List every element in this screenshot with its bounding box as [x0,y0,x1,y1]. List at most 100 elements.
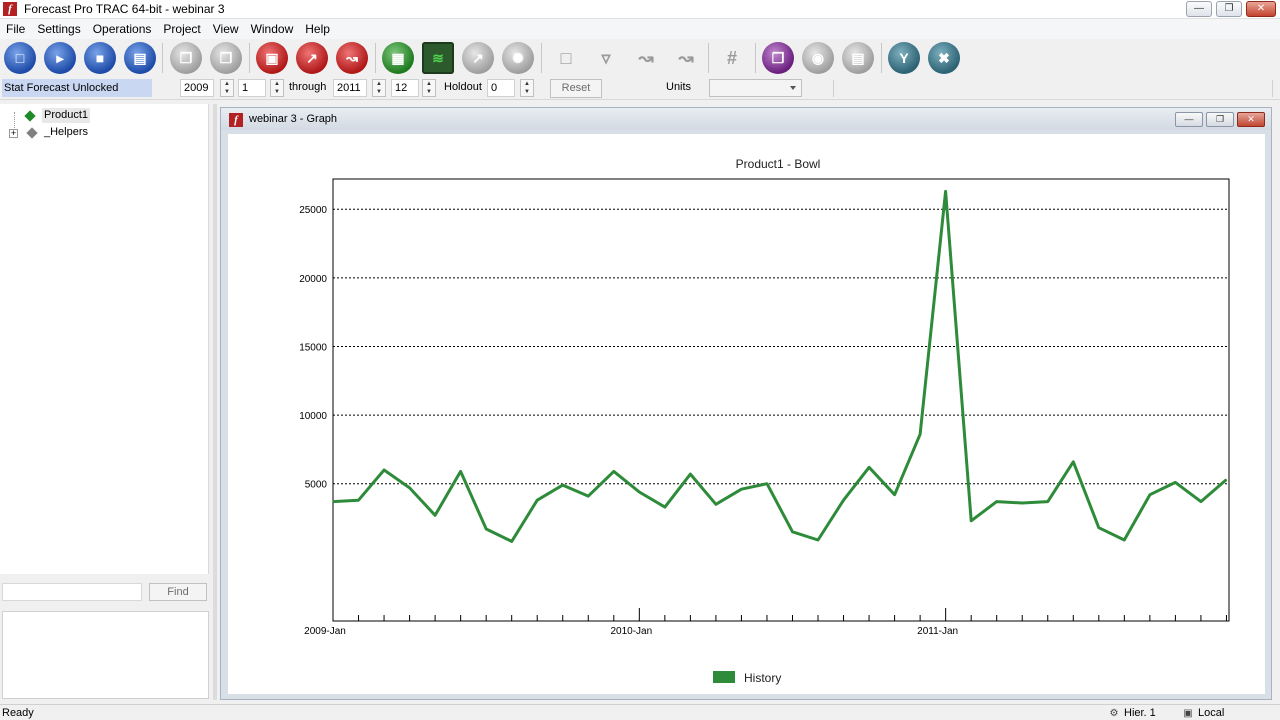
find-button[interactable]: Find [149,583,207,601]
graph-close-button[interactable]: ✕ [1237,112,1265,127]
x-tick-label: 2011-Jan [917,626,958,637]
history-point [766,483,768,485]
menu-help[interactable]: Help [299,22,336,36]
menu-settings[interactable]: Settings [31,22,86,36]
save-icon[interactable]: ■ [84,42,116,74]
start-year-spinner[interactable]: ▲ ▼ [220,79,234,97]
status-text: Ready [2,707,34,719]
history-point [1174,481,1176,483]
hier-label: Hier. 1 [1124,707,1156,719]
history-point [1123,539,1125,541]
hash-icon[interactable]: # [716,42,748,74]
print-icon[interactable]: ▤ [124,42,156,74]
history-point [434,514,436,516]
holdout-spinner[interactable]: ▲ ▼ [520,79,534,97]
copy-icon[interactable]: ❐ [170,42,202,74]
x-tick-label: 2009-Jan [304,626,346,637]
restore-button[interactable]: ❐ [1216,1,1242,17]
menu-bar: File Settings Operations Project View Wi… [0,19,1280,39]
hierarchy-panel: Product1 _Helpers [0,104,209,574]
y-tick-label: 5000 [305,480,328,491]
history-point [945,190,947,192]
menu-view[interactable]: View [207,22,245,36]
funnel-icon[interactable]: Y [888,42,920,74]
legend-label: History [744,671,781,685]
title-bar: f Forecast Pro TRAC 64-bit - webinar 3 —… [0,0,1280,19]
history-point [791,531,793,533]
history-point [511,540,513,542]
trend-icon[interactable]: ↝ [336,42,368,74]
edit-line-icon[interactable]: ↝ [630,42,662,74]
legend-swatch [713,671,735,683]
window-title: Forecast Pro TRAC 64-bit - webinar 3 [24,2,225,16]
history-point [1149,494,1151,496]
graph-restore-button[interactable]: ❐ [1206,112,1234,127]
table-icon[interactable]: ▦ [382,42,414,74]
history-point [536,499,538,501]
line-icon[interactable]: ↗ [462,42,494,74]
history-point [868,466,870,468]
through-label: through [289,81,327,93]
history-point [587,495,589,497]
y-tick-label: 20000 [299,274,327,285]
paste-icon[interactable]: ❐ [210,42,242,74]
tree-item-helpers[interactable]: _Helpers [26,125,89,140]
history-point [1021,502,1023,504]
paw-icon[interactable]: ✺ [502,42,534,74]
graph-minimize-button[interactable]: — [1175,112,1203,127]
end-period-spinner[interactable]: ▲ ▼ [422,79,436,97]
start-period-spinner[interactable]: ▲ ▼ [270,79,284,97]
location-label: Local [1198,707,1225,719]
app-logo-icon: f [229,113,243,127]
tools-icon[interactable]: ✖ [928,42,960,74]
history-point [409,487,411,489]
chart-title: Product1 - Bowl [736,157,821,171]
tree-item-label: _Helpers [44,126,89,138]
adjust-line-icon[interactable]: ↝ [670,42,702,74]
history-chart: Product1 - Bowl 5000 10000 15000 20000 25000 2… [299,157,1230,685]
graph-window: f webinar 3 - Graph — ❐ ✕ Product1 - Bow… [220,107,1272,700]
history-point [843,499,845,501]
start-year-field[interactable]: 2009 [180,79,214,97]
units-select[interactable] [709,79,802,97]
graph-area: Product1 - Bowl 5000 10000 15000 20000 25000 2… [228,134,1265,694]
page-icon[interactable]: □ [550,42,582,74]
y-tick-label: 25000 [299,205,327,216]
y-tick-label: 15000 [299,342,327,353]
globe-icon[interactable]: ◉ [802,42,834,74]
history-point [1072,461,1074,463]
menu-window[interactable]: Window [245,22,300,36]
reset-button[interactable]: Reset [550,79,602,98]
history-point [1200,501,1202,503]
forecast-icon[interactable]: ↗ [296,42,328,74]
export-icon[interactable]: ❐ [762,42,794,74]
new-icon[interactable]: □ [4,42,36,74]
toolbar: □ ▸ ■ ▤ ❐ ❐ ▣ ↗ ↝ ▦ ≋ ↗ ✺ □ ▿ ↝ ↝ # ❐ ◉ … [0,39,1280,77]
history-point [638,491,640,493]
close-button[interactable]: ✕ [1246,1,1276,17]
holdout-field[interactable]: 0 [487,79,515,97]
panel-splitter[interactable] [213,104,217,700]
find-input[interactable] [2,583,142,601]
menu-project[interactable]: Project [157,22,206,36]
open-icon[interactable]: ▸ [44,42,76,74]
tree-item-product1[interactable]: Product1 [24,108,91,123]
history-point [332,501,334,503]
history-point [485,528,487,530]
filter-icon[interactable]: ▿ [590,42,622,74]
menu-operations[interactable]: Operations [87,22,158,36]
end-period-field[interactable]: 12 [391,79,419,97]
printer-icon[interactable]: ▤ [842,42,874,74]
expand-icon[interactable]: + [9,129,18,138]
history-point [613,470,615,472]
film-icon[interactable]: ▣ [256,42,288,74]
minimize-button[interactable]: — [1186,1,1212,17]
menu-file[interactable]: File [0,22,31,36]
start-period-field[interactable]: 1 [238,79,266,97]
graph-icon[interactable]: ≋ [422,42,454,74]
history-line [332,189,1228,543]
history-point [664,506,666,508]
end-year-field[interactable]: 2011 [333,79,367,97]
graph-window-titlebar[interactable]: f webinar 3 - Graph — ❐ ✕ [221,108,1271,130]
end-year-spinner[interactable]: ▲ ▼ [372,79,386,97]
